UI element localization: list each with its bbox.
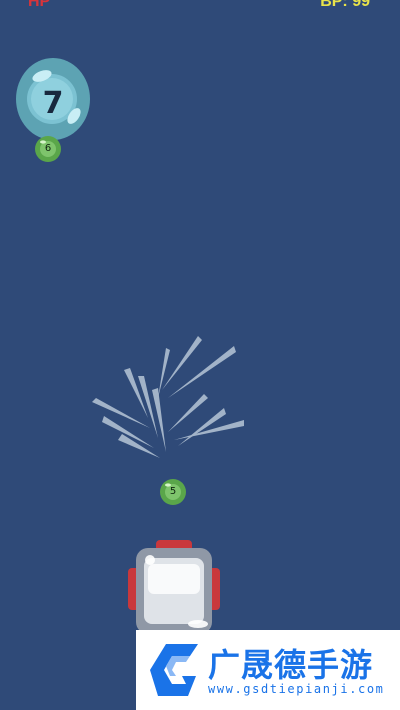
shooter-icon — [128, 540, 220, 634]
player-shooter[interactable] — [128, 538, 220, 638]
bubble-small-value: 6 — [44, 143, 52, 154]
splash-effect — [92, 336, 244, 458]
watermark-url: www.gsdtiepianji.com — [208, 682, 385, 696]
bubble-target-small[interactable]: 5 — [160, 479, 186, 505]
bubble-target-large[interactable]: 7 — [16, 58, 90, 140]
score-counter: BP: 99 — [320, 0, 370, 10]
watermark-title: 广晟德手游 — [208, 646, 374, 684]
brand-logo-icon — [150, 644, 198, 696]
watermark-banner: 广晟德手游 www.gsdtiepianji.com — [136, 630, 400, 710]
bubble-target-small[interactable]: 6 — [35, 136, 61, 162]
bubble-large-value: 7 — [42, 86, 64, 121]
bubble-small-value: 5 — [169, 486, 177, 497]
hp-counter: HP — [28, 0, 51, 10]
